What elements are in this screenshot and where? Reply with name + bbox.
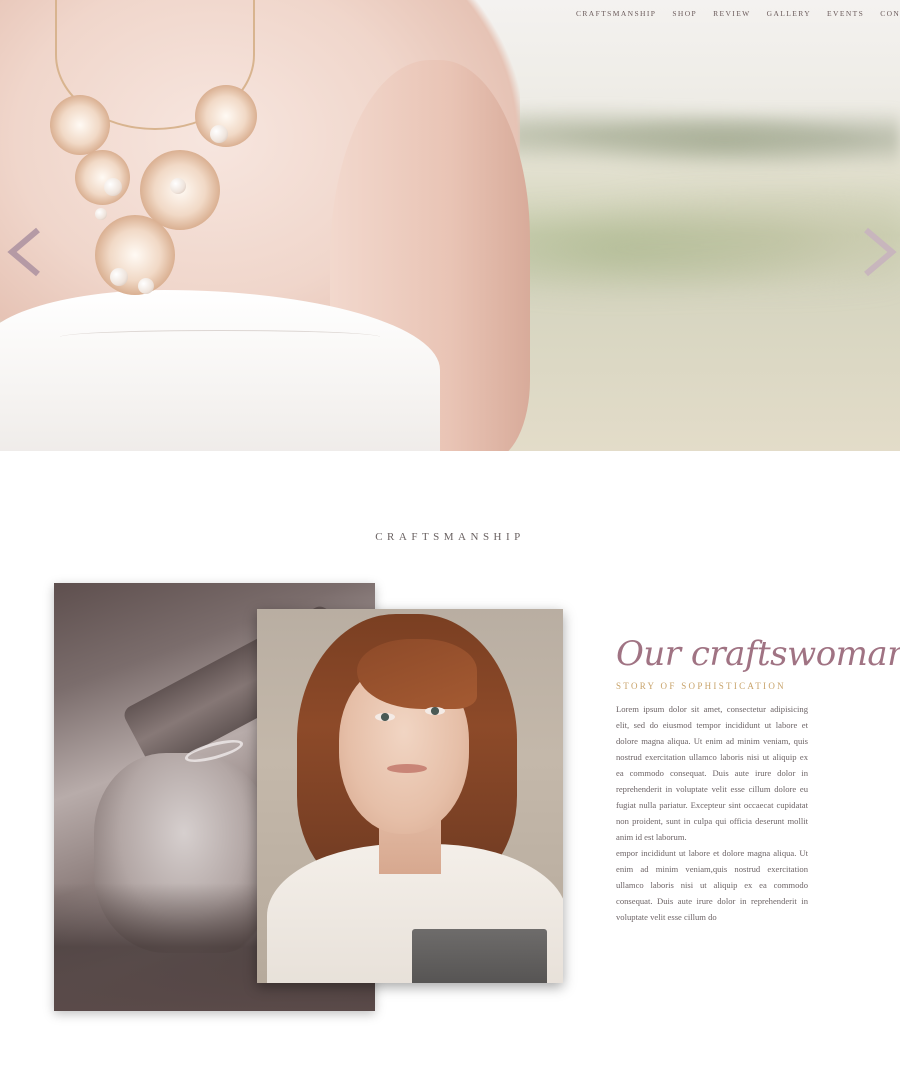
- hero-slider: [0, 0, 900, 451]
- craftswoman-title: Our craftswoman: [616, 634, 900, 674]
- hero-background-trees: [510, 100, 900, 170]
- description-paragraph-2: empor incididunt ut labore et dolore mag…: [616, 848, 808, 922]
- craftswoman-subtitle: STORY OF SOPHISTICATION: [616, 681, 786, 691]
- necklace-pearl: [110, 268, 128, 286]
- nav-item-gallery[interactable]: GALLERY: [767, 9, 811, 18]
- nav-item-events[interactable]: EVENTS: [827, 9, 864, 18]
- necklace-flower: [50, 95, 110, 155]
- necklace-pearl: [170, 178, 186, 194]
- nav-item-craftsmanship[interactable]: CRAFTSMANSHIP: [576, 9, 656, 18]
- necklace-pearl: [210, 125, 228, 143]
- hero-background-field: [500, 190, 900, 310]
- hero-dress-fold: [60, 330, 380, 344]
- craftswoman-portrait-photo: [257, 609, 563, 983]
- necklace-flower: [75, 150, 130, 205]
- section-heading: CRAFTSMANSHIP: [375, 531, 525, 543]
- portrait-eye-left: [375, 713, 395, 721]
- chevron-right-icon: [864, 227, 897, 277]
- portrait-lips: [387, 764, 427, 773]
- slider-prev-button[interactable]: [2, 226, 54, 278]
- nav-item-contact[interactable]: CONTACT: [880, 9, 900, 18]
- top-navigation: CRAFTSMANSHIP SHOP REVIEW GALLERY EVENTS…: [576, 9, 900, 18]
- necklace-pearl: [104, 178, 122, 196]
- craftswoman-description: Lorem ipsum dolor sit amet, consectetur …: [616, 701, 808, 925]
- nav-item-shop[interactable]: SHOP: [672, 9, 697, 18]
- portrait-apron: [412, 929, 547, 983]
- portrait-eye-right: [425, 707, 445, 715]
- description-paragraph-1: Lorem ipsum dolor sit amet, consectetur …: [616, 704, 808, 842]
- nav-item-review[interactable]: REVIEW: [713, 9, 751, 18]
- slider-next-button[interactable]: [852, 226, 900, 278]
- necklace-pearl: [95, 208, 107, 220]
- chevron-left-icon: [7, 227, 40, 277]
- necklace-flower: [95, 215, 175, 295]
- necklace-pearl: [138, 278, 154, 294]
